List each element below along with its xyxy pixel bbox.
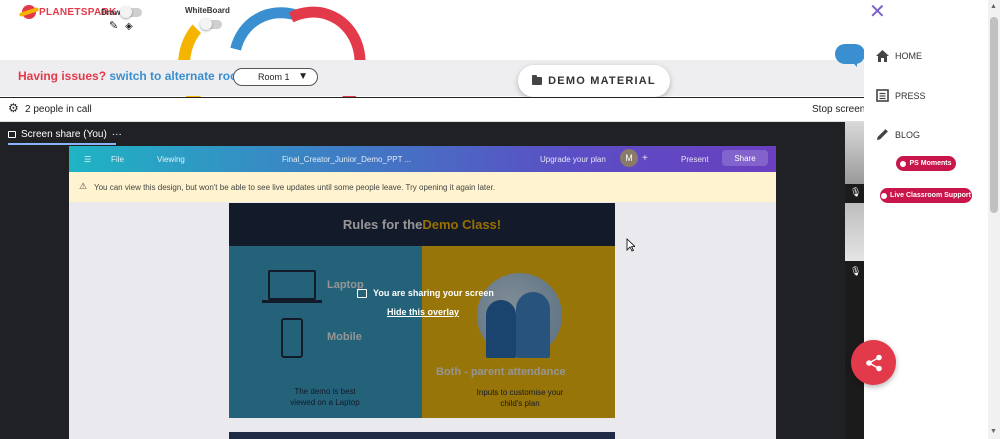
ps-moments-button[interactable]: PS Moments xyxy=(896,156,956,171)
whiteboard-toggle[interactable] xyxy=(200,18,222,30)
present-screen-icon xyxy=(357,288,367,298)
menu-item-blog[interactable]: BLOG xyxy=(876,128,920,141)
room-select-value: Room 1 xyxy=(258,72,290,82)
shared-upgrade-label: Upgrade your plan xyxy=(540,155,606,164)
pencil-icon xyxy=(877,129,888,140)
participant-tile[interactable] xyxy=(845,122,864,184)
shared-doc-title: Final_Creator_Junior_Demo_PPT ... xyxy=(282,155,412,164)
screen-share-tab-label: Screen share (You) xyxy=(21,129,107,140)
shared-warning-text: You can view this design, but won't be a… xyxy=(94,183,496,192)
alternate-room-link[interactable]: switch to alternate room xyxy=(109,69,248,83)
whiteboard-label: WhiteBoard xyxy=(185,6,230,15)
screen-share-tab[interactable]: Screen share (You) ··· xyxy=(8,129,122,140)
room-select[interactable]: Room 1 ▼ xyxy=(233,68,318,86)
ps-moments-label: PS Moments xyxy=(909,160,952,167)
sharing-overlay-message: You are sharing your screen xyxy=(357,288,494,298)
home-icon xyxy=(876,50,889,62)
gear-icon[interactable]: ⚙ xyxy=(8,102,19,114)
hamburger-icon: ☰ xyxy=(84,155,92,164)
active-tab-indicator xyxy=(8,143,116,145)
newspaper-icon xyxy=(876,89,889,102)
shared-avatar: M xyxy=(620,149,638,167)
draw-label: Draw xyxy=(101,8,121,17)
share-icon xyxy=(865,354,882,371)
mic-icon: 🎙 xyxy=(850,266,862,276)
draw-toggle[interactable] xyxy=(120,6,142,18)
plus-icon: + xyxy=(642,153,648,164)
mouse-cursor-icon xyxy=(626,238,635,252)
menu-item-press-label: PRESS xyxy=(895,90,926,101)
shared-menu-viewing: Viewing xyxy=(157,155,185,164)
shared-share-label: Share xyxy=(734,153,756,163)
more-options-icon[interactable]: ··· xyxy=(112,129,122,140)
next-slide-edge xyxy=(229,432,615,439)
live-support-icon xyxy=(881,192,888,199)
scroll-down-icon[interactable]: ▼ xyxy=(990,428,997,435)
demo-material-button[interactable]: DEMO MATERIAL xyxy=(518,65,670,97)
share-fab-button[interactable] xyxy=(851,340,896,385)
live-support-label: Live Classroom Support xyxy=(890,192,971,199)
menu-item-press[interactable]: PRESS xyxy=(876,89,926,102)
hide-overlay-link[interactable]: Hide this overlay xyxy=(387,307,459,317)
scroll-up-icon[interactable]: ▲ xyxy=(990,3,997,10)
call-bar xyxy=(0,97,864,122)
participant-tile[interactable] xyxy=(845,203,864,261)
menu-item-blog-label: BLOG xyxy=(895,129,921,140)
warning-icon: ⚠ xyxy=(79,181,88,191)
menu-item-home[interactable]: HOME xyxy=(876,50,922,62)
mic-icon: 🎙 xyxy=(850,187,862,197)
live-support-button[interactable]: Live Classroom Support xyxy=(880,188,972,203)
eraser-tool-icon[interactable]: ◈ xyxy=(125,21,133,32)
close-icon[interactable]: ✕ xyxy=(869,2,886,22)
ps-moments-icon xyxy=(900,160,907,167)
issue-question: Having issues? xyxy=(18,69,107,83)
shared-present-label: Present xyxy=(681,155,709,164)
menu-scroll-thumb[interactable] xyxy=(990,17,998,213)
chat-bubble-icon[interactable] xyxy=(835,44,865,67)
issue-message: Having issues? switch to alternate room xyxy=(18,69,248,83)
demo-material-label: DEMO MATERIAL xyxy=(548,75,656,87)
shared-share-pill: Share xyxy=(722,150,768,166)
planet-logo-icon xyxy=(22,5,36,19)
sharing-overlay-title: You are sharing your screen xyxy=(373,288,494,298)
screen-share-icon xyxy=(8,131,16,138)
shared-menu-file: File xyxy=(111,155,124,164)
stop-screen-share-button[interactable]: Stop screen xyxy=(812,104,865,115)
caret-down-icon: ▼ xyxy=(298,71,308,82)
menu-item-home-label: HOME xyxy=(895,51,922,61)
pencil-tool-icon[interactable]: ✎ xyxy=(109,21,118,32)
people-in-call: 2 people in call xyxy=(25,104,92,115)
folder-icon xyxy=(532,75,543,85)
